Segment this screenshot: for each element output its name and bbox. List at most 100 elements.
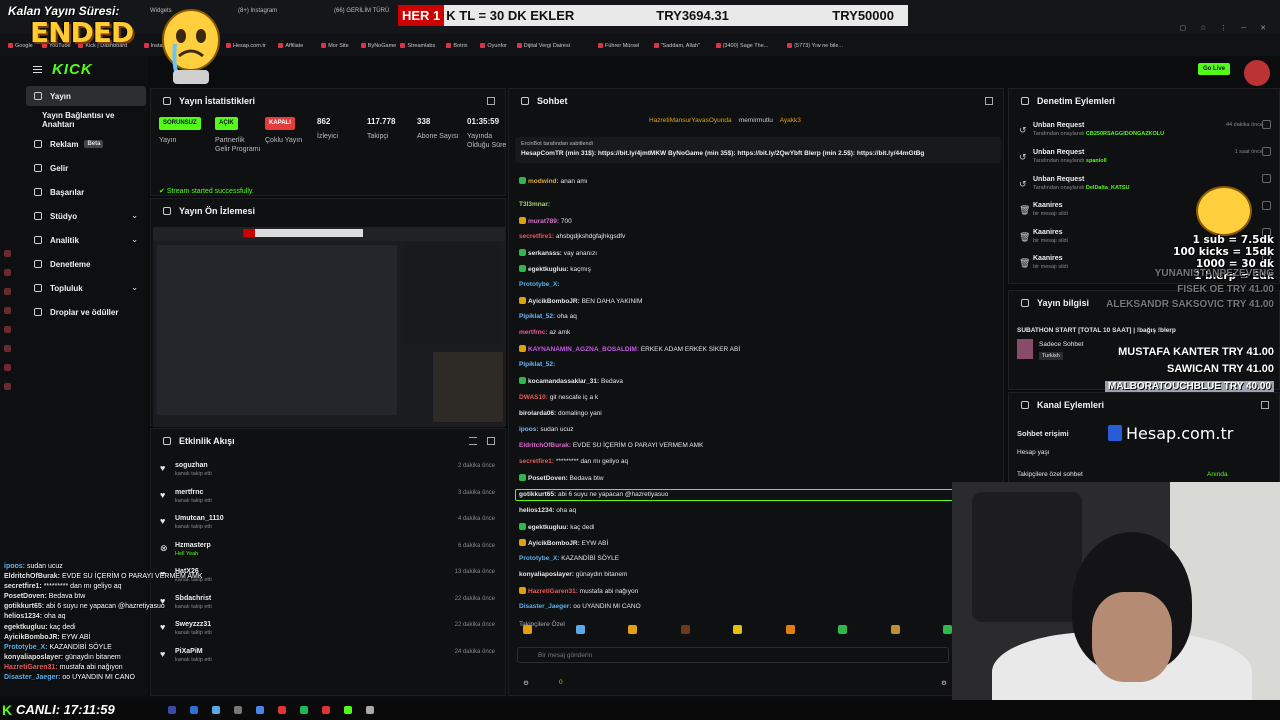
taskbar-app-icon[interactable] <box>344 706 352 714</box>
popout-icon[interactable] <box>1261 401 1269 409</box>
chat-message[interactable]: egektkugluu: kaç dedi <box>519 523 594 531</box>
chat-message[interactable]: EldritchOfBurak: EVDE SU İÇERİM O PARAYI… <box>519 442 703 449</box>
chat-username[interactable]: konyaliaposlayer: <box>519 571 574 578</box>
chat-username[interactable]: Disaster_Jaeger: <box>519 603 571 610</box>
chat-username[interactable]: T3l3mnar: <box>519 201 550 208</box>
chat-message[interactable]: ipoos: sudan ucuz <box>519 426 574 433</box>
chat-message[interactable]: helios1234: oha aq <box>519 507 576 514</box>
chat-username[interactable]: secretfire1: <box>519 458 554 465</box>
sidebar-item[interactable]: Reklam Beta <box>26 134 146 154</box>
sidebar-item[interactable]: Denetleme <box>26 254 146 274</box>
chat-username[interactable]: serkansss: <box>528 250 562 257</box>
chat-username[interactable]: modwind: <box>528 178 559 185</box>
chat-username[interactable]: AyicikBomboJR: <box>528 540 580 547</box>
bookmark-item[interactable]: Mor Site <box>321 43 349 49</box>
chat-message[interactable]: murat789: 700 <box>519 217 572 225</box>
mod-action-user[interactable]: DelDalta_KATSU <box>1086 185 1130 191</box>
browser-tab[interactable]: (66) GERİLİM TÜRÜ <box>334 8 389 18</box>
bookmark-item[interactable]: Affiliate <box>278 43 303 49</box>
bookmark-item[interactable]: Botrix <box>446 43 467 49</box>
chat-message[interactable]: egektkugluu: kaçmış <box>519 265 591 273</box>
chat-username[interactable]: AyicikBomboJR: <box>528 298 580 305</box>
chat-message[interactable]: Prototybe_X: KAZANDİBİ SÖYLE <box>519 555 619 562</box>
activity-user[interactable]: Hzmasterp <box>175 542 211 549</box>
sidebar-item[interactable]: Topluluk ⌄ <box>26 278 146 298</box>
chat-username[interactable]: secretfire1: <box>519 233 554 240</box>
avatar[interactable] <box>1244 60 1270 86</box>
taskbar-app-icon[interactable] <box>256 706 264 714</box>
bookmark-item[interactable]: Dijital Vergi Dairesi <box>516 43 570 49</box>
stream-preview-video[interactable] <box>153 227 505 427</box>
chat-message[interactable]: KAYNANAMIN_AGZNA_BOSALDIM: ERKEK ADAM ER… <box>519 345 740 353</box>
chat-username[interactable]: PosetDoven: <box>528 475 568 482</box>
emote-bar[interactable] <box>523 625 963 637</box>
chat-username[interactable]: KAYNANAMIN_AGZNA_BOSALDIM: <box>528 346 639 353</box>
activity-user[interactable]: soguzhan <box>175 462 208 469</box>
taskbar-app-icon[interactable] <box>190 706 198 714</box>
chat-settings-icon[interactable]: ⚙ <box>941 679 947 687</box>
browser-tab[interactable]: (8+) Instagram <box>238 8 277 18</box>
menu-icon[interactable] <box>33 66 42 73</box>
chat-message[interactable]: modwind: anan amı <box>519 177 588 185</box>
settings-icon-left[interactable]: ⚙ <box>523 679 529 687</box>
chat-input[interactable]: Bir mesaj gönderin <box>517 647 949 663</box>
account-age-label[interactable]: Hesap yaşı <box>1017 449 1050 456</box>
chat-message[interactable]: serkansss: vay ananızı <box>519 249 597 257</box>
chat-username[interactable]: Prototybe_X: <box>519 281 559 288</box>
chat-username[interactable]: Pipiklat_52: <box>519 361 555 368</box>
taskbar-app-icon[interactable] <box>212 706 220 714</box>
chat-username[interactable]: kocamandassaklar_31: <box>528 378 599 385</box>
emote-icon[interactable] <box>733 625 742 634</box>
taskbar-app-icon[interactable] <box>234 706 242 714</box>
chat-message[interactable]: birolarda06: domalingo yani <box>519 410 602 417</box>
sidebar-item[interactable]: Yayın Bağlantısı ve Anahtarı <box>26 110 146 130</box>
bookmark-item[interactable]: (5773) Yıw ne bile... <box>787 43 843 49</box>
chat-username[interactable]: birolarda06: <box>519 410 556 417</box>
chevron-down-icon[interactable]: ⌄ <box>131 211 138 220</box>
emote-icon[interactable] <box>680 625 690 634</box>
followers-only-value[interactable]: Anında <box>1207 471 1228 478</box>
top-user[interactable]: Ayakk3 <box>780 117 801 124</box>
kick-logo[interactable]: KICK <box>52 61 93 78</box>
pinned-message[interactable]: ErcinBot tarafından sabitlendi HesapComT… <box>515 137 1001 163</box>
chat-username[interactable]: Prototybe_X: <box>519 555 559 562</box>
activity-item[interactable]: ♥ soguzhan kanalı takip etti 2 dakika önce <box>151 459 503 485</box>
chat-message[interactable]: mertfrnc: az amk <box>519 329 570 336</box>
popout-icon[interactable] <box>487 437 495 445</box>
taskbar-app-icon[interactable] <box>366 706 374 714</box>
chat-message[interactable]: T3l3mnar: <box>519 201 550 208</box>
bookmark-item[interactable]: (3400) Sage The... <box>715 43 768 49</box>
activity-item[interactable]: ⊗ Hzmasterp Hell Yeah 6 dakika önce <box>151 539 503 565</box>
chat-message[interactable]: PosetDoven: Bedava btw <box>519 474 604 482</box>
bookmark-item[interactable]: "Saddam, Allah" <box>653 43 700 49</box>
mod-action-item[interactable]: ↺ Unban Request Tarafından onaylandı CB250… <box>1009 119 1271 145</box>
mod-action-user[interactable]: spanioll <box>1086 158 1107 164</box>
emote-icon[interactable] <box>838 625 847 634</box>
popout-icon[interactable] <box>487 97 495 105</box>
chat-message[interactable]: HazretiGaren31: mustafa abi nağıyon <box>519 587 638 595</box>
chat-username[interactable]: EldritchOfBurak: <box>519 442 571 449</box>
chat-username[interactable]: mertfrnc: <box>519 329 548 336</box>
emote-icon[interactable] <box>575 625 585 634</box>
emote-icon[interactable] <box>523 625 532 634</box>
stream-title[interactable]: SUBATHON START [TOTAL 10 SAAT] | !bağış … <box>1017 327 1176 334</box>
taskbar-app-icon[interactable] <box>278 706 286 714</box>
sidebar-item[interactable]: Stüdyo ⌄ <box>26 206 146 226</box>
mod-action-user[interactable]: CB250RSAGGIDONGAZKOLU <box>1086 131 1164 137</box>
chevron-down-icon[interactable]: ⌄ <box>131 283 138 292</box>
followers-only-setting[interactable]: Takipçilere özel sohbet <box>1017 471 1083 478</box>
emote-icon[interactable] <box>628 625 637 634</box>
bookmark-item[interactable]: Hesap.com.tr <box>226 43 266 49</box>
chat-message[interactable]: DWAS10: git nescafe iç a k <box>519 394 598 401</box>
chat-username[interactable]: ipoos: <box>519 426 539 433</box>
emote-icon[interactable] <box>785 625 795 634</box>
taskbar-app-icon[interactable] <box>322 706 330 714</box>
emote-icon[interactable] <box>943 625 952 634</box>
activity-user[interactable]: mertfrnc <box>175 489 203 496</box>
filter-icon[interactable] <box>469 437 477 445</box>
chat-username[interactable]: egektkugluu: <box>528 524 568 531</box>
chat-message[interactable]: konyaliaposlayer: günaydın bitanem <box>519 571 627 578</box>
bookmark-item[interactable]: Führer Mürsel <box>598 43 639 49</box>
chat-message[interactable]: secretfire1: ********* dan mı geliyo aq <box>519 458 628 465</box>
chat-message[interactable]: Prototybe_X: <box>519 281 559 288</box>
